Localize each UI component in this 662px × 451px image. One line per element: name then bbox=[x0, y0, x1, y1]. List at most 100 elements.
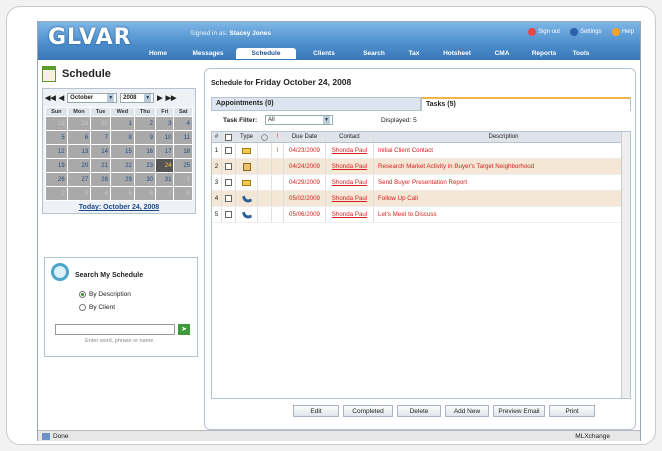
task-filter-select[interactable]: All ▼ bbox=[265, 115, 333, 125]
calendar-day[interactable]: 6 bbox=[66, 130, 92, 145]
task-contact-link[interactable]: Shonda Paul bbox=[326, 207, 374, 222]
calendar-day[interactable]: 29 bbox=[66, 116, 92, 131]
nav-tax[interactable]: Tax bbox=[396, 48, 432, 59]
nav-cma[interactable]: CMA bbox=[482, 48, 522, 59]
tab-tasks[interactable]: Tasks (5) bbox=[421, 97, 631, 111]
calendar-day[interactable]: 30 bbox=[133, 172, 157, 187]
edit-button[interactable]: Edit bbox=[293, 405, 339, 417]
radio-by-client[interactable]: By Client bbox=[79, 304, 115, 311]
nav-hotsheet[interactable]: Hotsheet bbox=[432, 48, 482, 59]
calendar-day[interactable]: 19 bbox=[45, 158, 68, 173]
calendar-day[interactable]: 2 bbox=[133, 116, 157, 131]
table-row[interactable]: 3 04/29/2009 Shonda Paul Send Buyer Pres… bbox=[212, 175, 630, 191]
calendar-day[interactable]: 15 bbox=[109, 144, 135, 159]
delete-button[interactable]: Delete bbox=[397, 405, 441, 417]
prev-year-icon[interactable]: ◀◀ bbox=[45, 94, 56, 102]
row-checkbox[interactable] bbox=[222, 191, 236, 206]
calendar-day[interactable]: 3 bbox=[66, 186, 92, 201]
task-contact-link[interactable]: Shonda Paul bbox=[326, 175, 374, 190]
calendar-day[interactable]: 21 bbox=[90, 158, 111, 173]
table-row[interactable]: 5 05/06/2009 Shonda Paul Let's Meet to D… bbox=[212, 207, 630, 223]
nav-messages[interactable]: Messages bbox=[180, 48, 236, 59]
task-description[interactable]: Send Buyer Presentation Report bbox=[374, 175, 630, 190]
settings-link[interactable]: Settings bbox=[569, 28, 602, 36]
task-description[interactable]: Initial Client Contact bbox=[374, 143, 630, 158]
nav-tools[interactable]: Tools bbox=[566, 48, 596, 59]
year-select[interactable]: 2008 ▼ bbox=[120, 93, 155, 103]
today-link[interactable]: Today: October 24, 2008 bbox=[45, 204, 193, 211]
next-year-icon[interactable]: ▶▶ bbox=[166, 94, 177, 102]
calendar-day[interactable]: 28 bbox=[45, 116, 68, 131]
next-month-icon[interactable]: ▶ bbox=[157, 94, 162, 102]
task-contact-link[interactable]: Shonda Paul bbox=[326, 159, 374, 174]
preview-email-button[interactable]: Preview Email bbox=[493, 405, 545, 417]
table-row[interactable]: 2 04/24/2009 Shonda Paul Research Market… bbox=[212, 159, 630, 175]
calendar-day[interactable]: 20 bbox=[66, 158, 92, 173]
calendar-day[interactable]: 23 bbox=[133, 158, 157, 173]
calendar-day[interactable]: 3 bbox=[154, 116, 175, 131]
calendar-day[interactable]: 9 bbox=[133, 130, 157, 145]
calendar-day[interactable]: 26 bbox=[45, 172, 68, 187]
sign-out-link[interactable]: Sign out bbox=[527, 28, 560, 36]
calendar-day[interactable]: 13 bbox=[66, 144, 92, 159]
col-priority[interactable]: ! bbox=[272, 132, 284, 142]
calendar-day[interactable]: 16 bbox=[133, 144, 157, 159]
radio-by-description[interactable]: By Description bbox=[79, 291, 131, 298]
task-description[interactable]: Let's Meet to Discuss bbox=[374, 207, 630, 222]
prev-month-icon[interactable]: ◀ bbox=[59, 94, 64, 102]
calendar-day[interactable]: 8 bbox=[173, 186, 193, 201]
completed-button[interactable]: Completed bbox=[343, 405, 393, 417]
col-description[interactable]: Description bbox=[374, 132, 630, 142]
calendar-day[interactable]: 7 bbox=[154, 186, 175, 201]
calendar-day[interactable]: 24 bbox=[154, 158, 175, 173]
row-checkbox[interactable] bbox=[222, 207, 236, 222]
tab-appointments[interactable]: Appointments (0) bbox=[211, 97, 421, 111]
table-row[interactable]: 1 ! 04/23/2009 Shonda Paul Initial Clien… bbox=[212, 143, 630, 159]
calendar-day[interactable]: 4 bbox=[90, 186, 111, 201]
task-description[interactable]: Research Market Activity in Buyer's Targ… bbox=[374, 159, 630, 174]
nav-search[interactable]: Search bbox=[352, 48, 396, 59]
calendar-day[interactable]: 6 bbox=[133, 186, 157, 201]
print-button[interactable]: Print bbox=[549, 405, 595, 417]
col-due-date[interactable]: Due Date bbox=[284, 132, 326, 142]
search-go-button[interactable]: ➤ bbox=[178, 324, 190, 335]
calendar-day[interactable]: 10 bbox=[154, 130, 175, 145]
calendar-day[interactable]: 7 bbox=[90, 130, 111, 145]
calendar-day[interactable]: 4 bbox=[173, 116, 193, 131]
table-row[interactable]: 4 05/02/2009 Shonda Paul Follow Up Call bbox=[212, 191, 630, 207]
calendar-day[interactable]: 2 bbox=[45, 186, 68, 201]
calendar-day[interactable]: 18 bbox=[173, 144, 193, 159]
col-contact[interactable]: Contact bbox=[326, 132, 374, 142]
table-scrollbar[interactable] bbox=[621, 132, 630, 398]
row-checkbox[interactable] bbox=[222, 159, 236, 174]
task-contact-link[interactable]: Shonda Paul bbox=[326, 143, 374, 158]
calendar-day[interactable]: 11 bbox=[173, 130, 193, 145]
nav-reports[interactable]: Reports bbox=[522, 48, 566, 59]
calendar-day[interactable]: 29 bbox=[109, 172, 135, 187]
nav-home[interactable]: Home bbox=[136, 48, 180, 59]
row-checkbox[interactable] bbox=[222, 143, 236, 158]
calendar-day[interactable]: 28 bbox=[90, 172, 111, 187]
calendar-day[interactable]: 17 bbox=[154, 144, 175, 159]
calendar-day[interactable]: 5 bbox=[109, 186, 135, 201]
select-all-checkbox[interactable] bbox=[222, 132, 236, 142]
task-contact-link[interactable]: Shonda Paul bbox=[326, 191, 374, 206]
calendar-day[interactable]: 31 bbox=[154, 172, 175, 187]
calendar-day[interactable]: 1 bbox=[109, 116, 135, 131]
search-input[interactable] bbox=[55, 324, 175, 335]
nav-schedule[interactable]: Schedule bbox=[236, 48, 296, 59]
nav-clients[interactable]: Clients bbox=[296, 48, 352, 59]
calendar-day[interactable]: 8 bbox=[109, 130, 135, 145]
col-type[interactable]: Type bbox=[236, 132, 258, 142]
task-description[interactable]: Follow Up Call bbox=[374, 191, 630, 206]
calendar-day[interactable]: 12 bbox=[45, 144, 68, 159]
calendar-day[interactable]: 30 bbox=[90, 116, 111, 131]
calendar-day[interactable]: 1 bbox=[173, 172, 193, 187]
calendar-day[interactable]: 5 bbox=[45, 130, 68, 145]
calendar-day[interactable]: 22 bbox=[109, 158, 135, 173]
add-new-button[interactable]: Add New bbox=[445, 405, 489, 417]
calendar-day[interactable]: 27 bbox=[66, 172, 92, 187]
row-checkbox[interactable] bbox=[222, 175, 236, 190]
calendar-day[interactable]: 25 bbox=[173, 158, 193, 173]
help-link[interactable]: Help bbox=[611, 28, 634, 36]
